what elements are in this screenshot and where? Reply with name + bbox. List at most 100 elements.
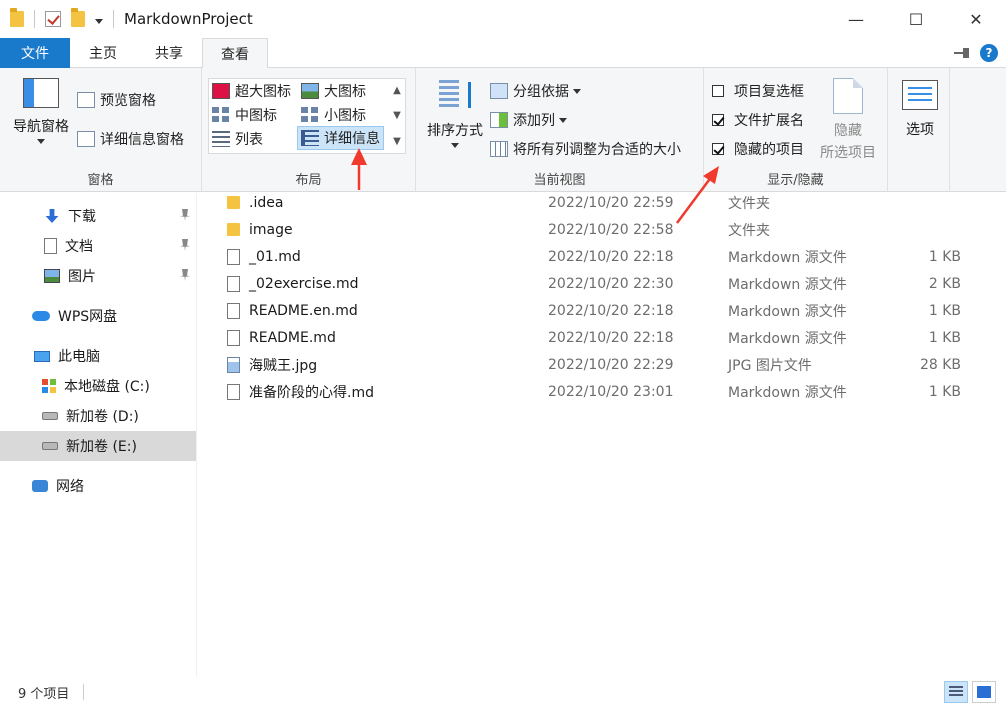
nav-item-pictures[interactable]: 图片 [0,261,196,291]
pin-icon[interactable] [180,209,190,221]
nav-item-label: WPS网盘 [58,309,118,325]
pin-icon[interactable] [180,269,190,281]
group-options: 选项 [888,68,950,192]
ribbon-controls: ? [954,44,998,62]
file-list: .idea 2022/10/20 22:59 文件夹 image 2022/10… [198,193,1006,677]
table-row[interactable]: _01.md 2022/10/20 22:18 Markdown 源文件 1 K… [198,243,1006,270]
small-icons-icon [301,107,319,123]
file-extensions-checkbox[interactable] [712,114,724,126]
navigation-pane-button[interactable]: 导航窗格 [8,78,74,158]
hidden-items-toggle[interactable]: 隐藏的项目 [712,139,804,159]
sort-by-button[interactable]: 排序方式 [420,78,490,158]
table-row[interactable]: 海贼王.jpg 2022/10/20 22:29 JPG 图片文件 28 KB [198,351,1006,378]
chevron-up-icon[interactable]: ▲ [393,85,401,96]
tab-share[interactable]: 共享 [136,38,202,68]
folder-icon [10,8,24,27]
add-column-icon [490,112,508,128]
list-icon [212,131,230,147]
nav-item-drive-d[interactable]: 新加卷 (D:) [0,401,196,431]
status-bar: 9 个项目 [0,677,1006,707]
minimize-button[interactable]: — [826,0,886,38]
sort-by-label: 排序方式 [427,123,483,139]
options-button[interactable]: 选项 [898,80,942,140]
table-row[interactable]: 准备阶段的心得.md 2022/10/20 23:01 Markdown 源文件… [198,378,1006,405]
layout-extra-large-icons[interactable]: 超大图标 [210,80,293,102]
pin-ribbon-icon[interactable] [954,48,970,58]
separator [83,684,85,700]
file-date: 2022/10/20 22:58 [548,221,674,238]
chevron-down-icon[interactable] [95,18,103,24]
nav-item-wps-drive[interactable]: WPS网盘 [0,301,196,331]
details-view-icon [949,686,963,698]
details-icon [301,130,319,146]
nav-item-drive-e[interactable]: 新加卷 (E:) [0,431,196,461]
tab-file[interactable]: 文件 [0,38,70,68]
drive-icon [42,412,58,420]
layout-small-icons[interactable]: 小图标 [299,104,368,126]
table-row[interactable]: _02exercise.md 2022/10/20 22:30 Markdown… [198,270,1006,297]
hidden-items-checkbox[interactable] [712,143,724,155]
nav-item-downloads[interactable]: 下载 [0,201,196,231]
windows-drive-icon [42,379,56,393]
nav-item-documents[interactable]: 文档 [0,231,196,261]
chevron-down-icon [451,143,459,148]
file-name: README.en.md [249,302,358,319]
layout-medium-icons[interactable]: 中图标 [210,104,279,126]
layout-list[interactable]: 列表 [210,128,265,150]
expand-gallery-icon[interactable]: ▼ [393,136,401,147]
folder-icon [227,196,240,209]
hide-selected-items-button[interactable]: 隐藏 所选项目 [816,78,880,162]
table-row[interactable]: .idea 2022/10/20 22:59 文件夹 [198,193,1006,216]
size-all-columns-button[interactable]: 将所有列调整为合适的大小 [490,139,681,159]
details-view-button[interactable] [944,681,968,703]
preview-pane-button[interactable]: 预览窗格 [77,90,156,110]
file-extensions-toggle[interactable]: 文件扩展名 [712,110,804,130]
file-name: .idea [249,194,284,211]
large-icons-view-button[interactable] [972,681,996,703]
close-button[interactable]: ✕ [946,0,1006,38]
table-row[interactable]: README.en.md 2022/10/20 22:18 Markdown 源… [198,297,1006,324]
add-column-button[interactable]: 添加列 [490,110,567,130]
new-folder-icon[interactable] [71,8,85,27]
tab-view[interactable]: 查看 [202,38,268,69]
nav-item-network[interactable]: 网络 [0,471,196,501]
large-icons-label: 大图标 [324,84,366,100]
chevron-down-icon[interactable]: ▼ [393,110,401,121]
maximize-button[interactable]: ☐ [886,0,946,38]
group-by-button[interactable]: 分组依据 [490,81,581,101]
layout-details[interactable]: 详细信息 [297,126,384,150]
document-icon [227,302,240,319]
file-name: 准备阶段的心得.md [249,384,374,401]
item-checkboxes-checkbox[interactable] [712,85,724,97]
file-date: 2022/10/20 22:30 [548,275,674,292]
computer-icon [34,350,50,362]
file-name: 海贼王.jpg [249,357,318,374]
preview-pane-label: 预览窗格 [100,93,156,109]
details-label: 详细信息 [324,131,380,147]
pin-icon[interactable] [180,239,190,251]
layout-large-icons[interactable]: 大图标 [299,80,368,102]
group-label-pane: 窗格 [87,173,114,188]
group-by-label: 分组依据 [513,84,569,100]
details-pane-label: 详细信息窗格 [100,132,184,148]
ribbon-tabs: 文件 主页 共享 查看 ? [0,38,1006,69]
table-row[interactable]: image 2022/10/20 22:58 文件夹 [198,216,1006,243]
nav-item-this-pc[interactable]: 此电脑 [0,341,196,371]
help-icon[interactable]: ? [980,44,998,62]
file-date: 2022/10/20 22:18 [548,248,674,265]
options-icon [902,80,938,110]
nav-item-label: 网络 [56,479,84,495]
properties-icon[interactable] [45,11,61,27]
table-row[interactable]: README.md 2022/10/20 22:18 Markdown 源文件 … [198,324,1006,351]
file-type: JPG 图片文件 [728,357,812,374]
chevron-down-icon [573,88,581,94]
nav-item-drive-c[interactable]: 本地磁盘 (C:) [0,371,196,401]
group-by-icon [490,83,508,99]
layout-gallery-scroll[interactable]: ▲ ▼ ▼ [389,78,405,154]
nav-item-label: 图片 [68,269,96,285]
tab-home[interactable]: 主页 [70,38,136,68]
document-icon [227,383,240,400]
file-name: _01.md [249,248,301,265]
details-pane-button[interactable]: 详细信息窗格 [77,129,184,149]
item-checkboxes-toggle[interactable]: 项目复选框 [712,81,804,101]
